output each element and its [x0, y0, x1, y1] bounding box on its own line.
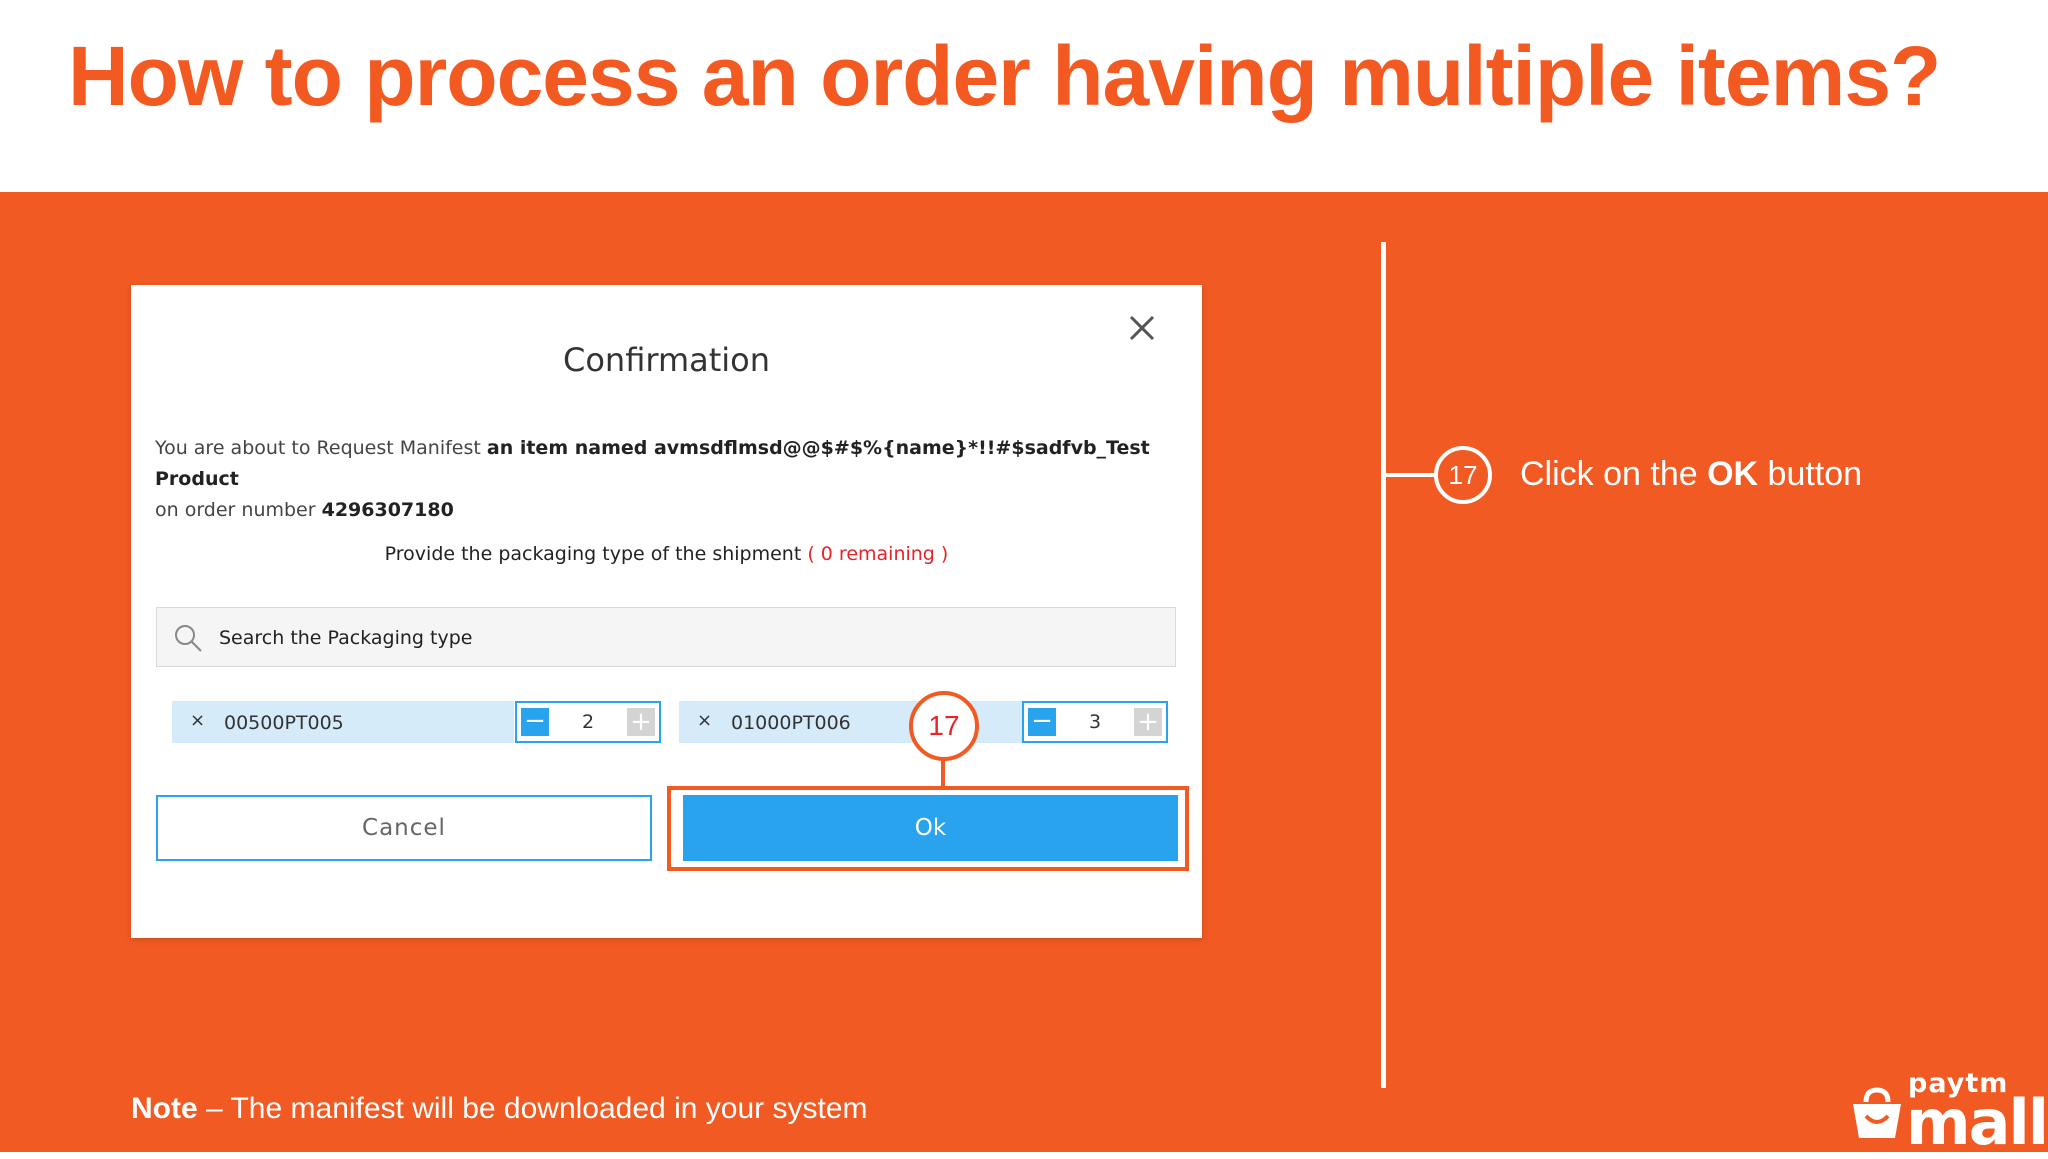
step-number-badge: 17: [1434, 446, 1492, 504]
remaining-count: ( 0 remaining ): [807, 543, 949, 565]
packaging-search-input[interactable]: Search the Packaging type: [156, 607, 1176, 667]
packaging-prompt: Provide the packaging type of the shipme…: [131, 543, 1202, 565]
remove-chip-icon[interactable]: ×: [697, 710, 712, 731]
plus-icon[interactable]: +: [1134, 708, 1162, 736]
cancel-button[interactable]: Cancel: [156, 795, 652, 861]
step-instruction: Click on the OK button: [1520, 455, 1862, 494]
timeline-line: [1381, 242, 1386, 1088]
remove-chip-icon[interactable]: ×: [190, 710, 205, 731]
shopping-bag-icon: [1850, 1086, 1904, 1142]
instruction-suffix: button: [1758, 455, 1863, 493]
search-placeholder: Search the Packaging type: [219, 627, 473, 649]
quantity-stepper-1: − 2 +: [515, 701, 661, 743]
quantity-value[interactable]: 2: [557, 711, 619, 733]
instruction-prefix: Click on the: [1520, 455, 1708, 493]
quantity-stepper-2: − 3 +: [1022, 701, 1168, 743]
step-marker-badge: 17: [909, 691, 979, 761]
confirmation-message: You are about to Request Manifest an ite…: [155, 433, 1175, 526]
slide-title: How to process an order having multiple …: [68, 29, 1941, 123]
message-order-prefix: on order number: [155, 499, 322, 521]
search-icon: [173, 623, 203, 653]
paytm-mall-logo: paytm mall: [1850, 1068, 2048, 1159]
footer-note: Note – The manifest will be downloaded i…: [131, 1092, 867, 1126]
dialog-title: Confirmation: [562, 341, 771, 379]
minus-icon[interactable]: −: [521, 708, 549, 736]
order-number: 4296307180: [321, 499, 454, 521]
note-text: – The manifest will be downloaded in you…: [197, 1092, 868, 1125]
ok-button-highlight: [667, 786, 1189, 871]
instruction-bold: OK: [1707, 455, 1759, 493]
timeline-connector: [1386, 473, 1436, 477]
minus-icon[interactable]: −: [1028, 708, 1056, 736]
quantity-value[interactable]: 3: [1064, 711, 1126, 733]
logo-mall-text: mall: [1906, 1086, 2048, 1159]
packaging-prompt-text: Provide the packaging type of the shipme…: [384, 543, 808, 565]
note-label: Note: [131, 1092, 198, 1125]
message-prefix: You are about to Request Manifest: [155, 437, 487, 459]
packaging-code: 00500PT005: [224, 712, 344, 734]
packaging-chip-1: × 00500PT005: [172, 701, 514, 743]
packaging-code: 01000PT006: [731, 712, 851, 734]
step-marker-connector: [941, 761, 945, 786]
plus-icon[interactable]: +: [627, 708, 655, 736]
